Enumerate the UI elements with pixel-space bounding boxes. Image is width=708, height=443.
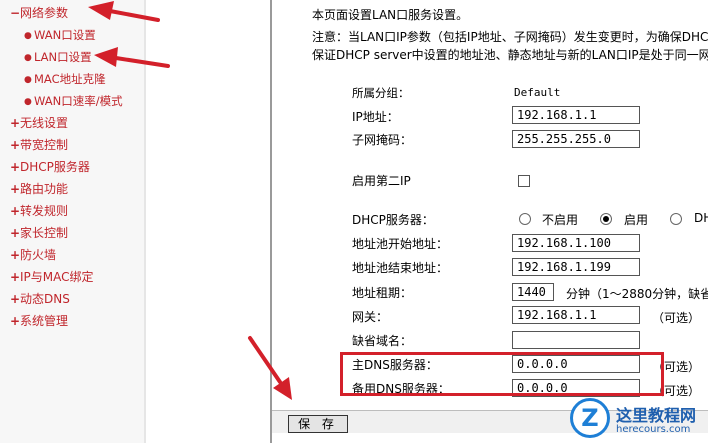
watermark-logo-icon: Z [570,398,610,438]
watermark-url: herecours.com [616,424,691,435]
arrow-to-lan-settings-icon [94,47,170,68]
arrow-to-network-params-icon [88,1,160,22]
watermark-title: 这里教程网 [616,406,697,425]
annotation-arrows [88,1,292,400]
arrow-to-save-button-icon [248,336,292,400]
site-watermark: Z 这里教程网 herecours.com [560,396,708,443]
